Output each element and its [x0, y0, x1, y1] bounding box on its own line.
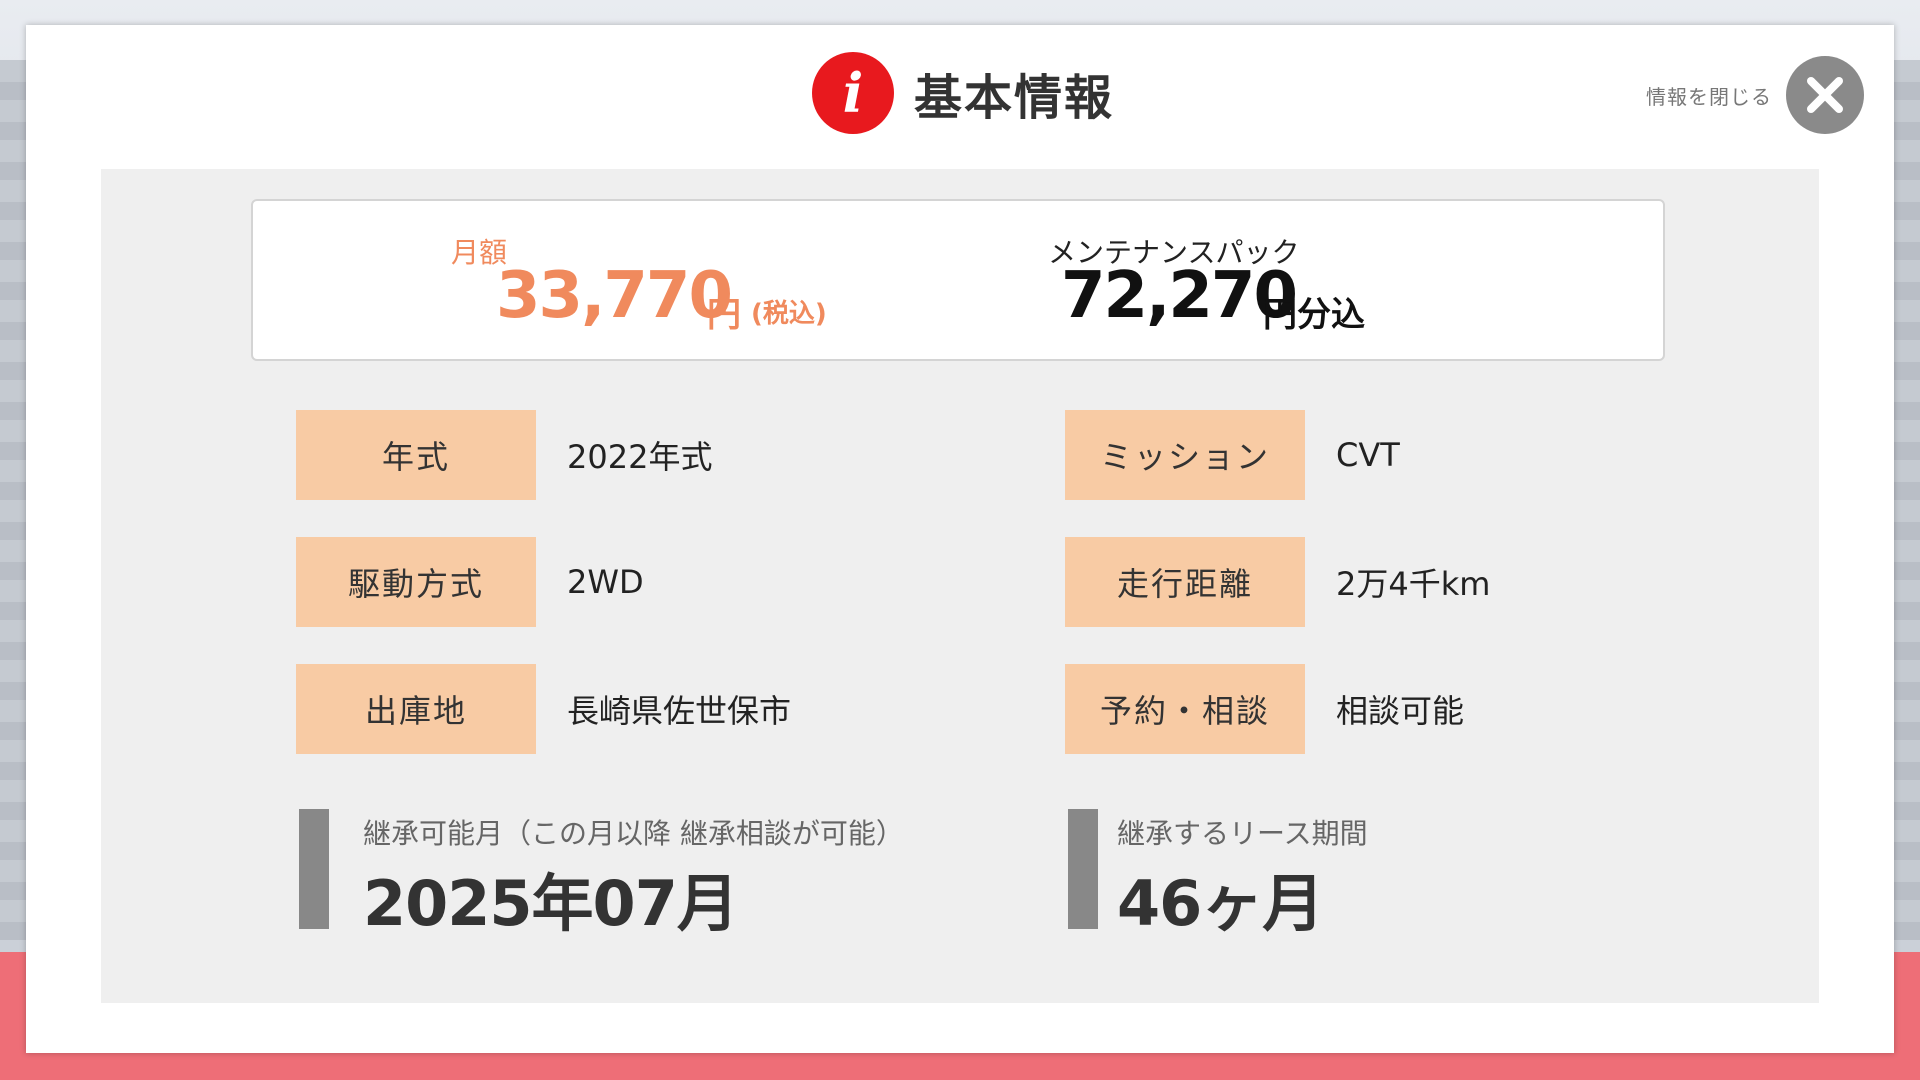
succession-month-label: 継承可能月（この月以降 継承相談が可能） [363, 817, 904, 850]
succession-month-value: 2025年07月 [363, 867, 739, 940]
maintenance-pack-value: 72,270 [1061, 259, 1298, 333]
close-info-label[interactable]: 情報を閉じる [1646, 81, 1772, 110]
lease-period-value: 46ヶ月 [1117, 867, 1324, 940]
info-icon-glyph: i [842, 61, 864, 125]
spec-value-drive: 2WD [567, 563, 644, 601]
spec-label-transmission: ミッション [1065, 410, 1305, 500]
price-box: 月額 33,770 円 (税込) メンテナンスパック 72,270 円分込 [251, 199, 1665, 361]
spec-label-drive: 駆動方式 [296, 537, 536, 627]
lease-period-bar [1068, 809, 1098, 929]
info-icon: i [812, 52, 894, 134]
close-info-button[interactable]: 情報を閉じる [1646, 55, 1864, 135]
spec-label-reservation: 予約・相談 [1065, 664, 1305, 754]
spec-value-mileage: 2万4千km [1336, 565, 1491, 603]
spec-value-reservation: 相談可能 [1336, 692, 1465, 730]
spec-label-location: 出庫地 [296, 664, 536, 754]
basic-info-modal: i 基本情報 情報を閉じる 月額 33,770 円 (税込) メンテナンスパック… [26, 25, 1894, 1053]
maintenance-pack-unit: 円分込 [1263, 295, 1365, 335]
spec-value-location: 長崎県佐世保市 [567, 692, 792, 730]
modal-title-group: i 基本情報 [812, 50, 1114, 136]
spec-label-year: 年式 [296, 410, 536, 500]
modal-title: 基本情報 [914, 70, 1115, 126]
lease-period-label: 継承するリース期間 [1117, 817, 1368, 850]
spec-label-mileage: 走行距離 [1065, 537, 1305, 627]
monthly-price-tax-note: (税込) [751, 299, 827, 329]
backdrop-right-edge [1894, 60, 1920, 940]
modal-header: i 基本情報 情報を閉じる [26, 25, 1894, 170]
monthly-price-value: 33,770 [496, 259, 733, 333]
info-panel: 月額 33,770 円 (税込) メンテナンスパック 72,270 円分込 年式… [101, 169, 1819, 1003]
spec-value-year: 2022年式 [567, 438, 713, 476]
spec-value-transmission: CVT [1336, 436, 1400, 474]
monthly-price-unit: 円 [707, 295, 741, 335]
backdrop-left-edge [0, 60, 26, 940]
close-icon[interactable] [1786, 56, 1864, 134]
succession-month-bar [299, 809, 329, 929]
